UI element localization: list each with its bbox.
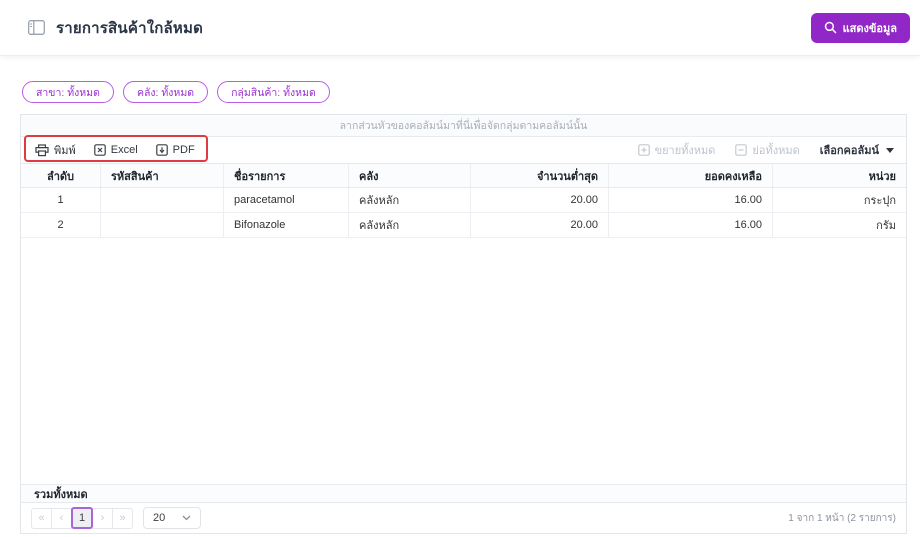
excel-button-label: Excel <box>110 144 138 156</box>
current-page-button[interactable]: 1 <box>71 507 93 529</box>
column-header-code[interactable]: รหัสสินค้า <box>101 164 224 187</box>
cell-code <box>101 213 224 237</box>
printer-icon <box>35 143 49 157</box>
cell-index: 1 <box>21 188 101 212</box>
pdf-file-icon <box>155 144 168 156</box>
pdf-button-label: PDF <box>172 144 195 156</box>
topbar: รายการสินค้าใกล้หมด แสดงข้อมูล <box>0 0 920 56</box>
table-total-row: รวมทั้งหมด <box>21 484 906 503</box>
collapse-all-button[interactable]: ย่อทั้งหมด <box>731 139 803 161</box>
search-icon <box>824 21 837 34</box>
column-header-name[interactable]: ชื่อรายการ <box>224 164 349 187</box>
cell-balance: 16.00 <box>609 213 773 237</box>
filter-chip-product-group[interactable]: กลุ่มสินค้า: ทั้งหมด <box>217 81 330 103</box>
chevron-down-icon <box>182 515 191 521</box>
collapse-all-label: ย่อทั้งหมด <box>752 145 800 157</box>
table-row[interactable]: 1 paracetamol คลังหลัก 20.00 16.00 กระปุ… <box>21 188 906 213</box>
cell-unit: กรัม <box>876 220 896 232</box>
page-title: รายการสินค้าใกล้หมด <box>56 19 204 37</box>
choose-columns-label: เลือกคอลัมน์ <box>819 145 879 157</box>
cell-index: 2 <box>21 213 101 237</box>
collapse-all-icon <box>735 144 748 156</box>
pager: « ‹ 1 › » 20 1 จาก 1 หน้า (2 รายการ) <box>21 503 906 533</box>
column-header-balance[interactable]: ยอดคงเหลือ <box>609 164 773 187</box>
cell-name: Bifonazole <box>224 213 349 237</box>
total-row-label: รวมทั้งหมด <box>34 488 88 501</box>
column-header-warehouse[interactable]: คลัง <box>349 164 471 187</box>
cell-min-qty: 20.00 <box>471 213 609 237</box>
cell-min-qty: 20.00 <box>471 188 609 212</box>
caret-down-icon <box>886 147 894 153</box>
next-page-button[interactable]: › <box>92 507 113 529</box>
choose-columns-button[interactable]: เลือกคอลัมน์ <box>816 139 898 161</box>
sidebar-panel-icon <box>28 20 45 35</box>
prev-page-button[interactable]: ‹ <box>51 507 72 529</box>
column-header-index[interactable]: ลำดับ <box>21 164 101 187</box>
show-data-button[interactable]: แสดงข้อมูล <box>810 12 910 43</box>
data-grid: ลากส่วนหัวของคอลัมน์มาที่นี่เพื่อจัดกลุ่… <box>20 114 907 534</box>
expand-all-icon <box>637 144 650 156</box>
column-header-unit[interactable]: หน่วย <box>773 164 906 187</box>
cell-code <box>101 188 224 212</box>
expand-all-label: ขยายทั้งหมด <box>654 145 716 157</box>
show-data-button-label: แสดงข้อมูล <box>842 22 897 35</box>
table-row[interactable]: 2 Bifonazole คลังหลัก 20.00 16.00 กรัม <box>21 213 906 238</box>
print-button[interactable]: พิมพ์ <box>31 139 80 161</box>
cell-name: paracetamol <box>224 188 349 212</box>
excel-file-icon <box>93 144 106 156</box>
filter-chip-branch[interactable]: สาขา: ทั้งหมด <box>22 81 114 103</box>
first-page-button[interactable]: « <box>31 507 52 529</box>
pager-info: 1 จาก 1 หน้า (2 รายการ) <box>788 512 896 524</box>
grid-toolbar: พิมพ์ Excel PDF ขยายทั้งหมด ย่อทั้งหมด เ… <box>21 135 906 163</box>
filter-chip-warehouse[interactable]: คลัง: ทั้งหมด <box>122 81 209 103</box>
export-buttons-group: พิมพ์ Excel PDF <box>24 135 208 162</box>
filter-chips: สาขา: ทั้งหมด คลัง: ทั้งหมด กลุ่มสินค้า:… <box>0 56 920 114</box>
last-page-button[interactable]: » <box>112 507 133 529</box>
page-size-value: 20 <box>153 512 166 524</box>
cell-warehouse: คลังหลัก <box>349 188 471 212</box>
column-header-min-qty[interactable]: จำนวนต่ำสุด <box>471 164 609 187</box>
page-size-select[interactable]: 20 <box>143 507 201 529</box>
table-header-row: ลำดับ รหัสสินค้า ชื่อรายการ คลัง จำนวนต่… <box>21 163 906 188</box>
grid-toolbar-right: ขยายทั้งหมด ย่อทั้งหมด เลือกคอลัมน์ <box>634 139 898 161</box>
cell-warehouse: คลังหลัก <box>349 213 471 237</box>
pdf-export-button[interactable]: PDF <box>152 142 199 158</box>
group-by-hint[interactable]: ลากส่วนหัวของคอลัมน์มาที่นี่เพื่อจัดกลุ่… <box>21 115 906 137</box>
page-nav-group: « ‹ 1 › » <box>31 507 133 529</box>
print-button-label: พิมพ์ <box>54 145 76 157</box>
expand-all-button[interactable]: ขยายทั้งหมด <box>634 139 720 161</box>
table-empty-area <box>21 238 906 484</box>
cell-unit: กระปุก <box>863 195 896 207</box>
excel-export-button[interactable]: Excel <box>90 142 142 158</box>
cell-balance: 16.00 <box>609 188 773 212</box>
title-wrap: รายการสินค้าใกล้หมด <box>28 16 203 40</box>
